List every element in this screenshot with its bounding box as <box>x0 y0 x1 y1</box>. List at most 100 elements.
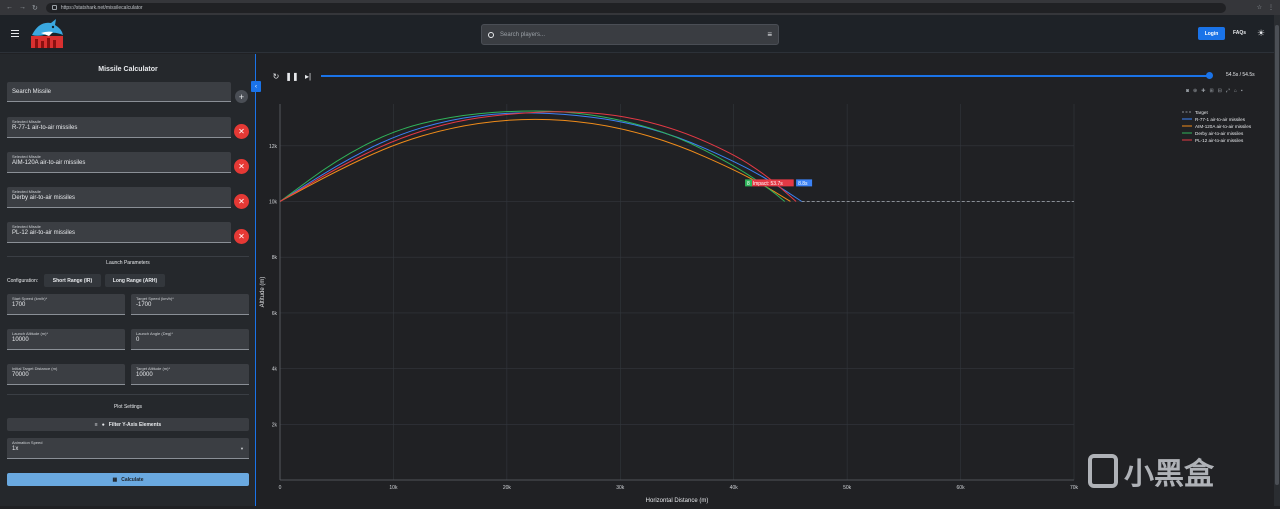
selected-missile-field[interactable]: Selected Missile R-77-1 air-to-air missi… <box>7 117 231 138</box>
collapse-panel-button[interactable]: ‹ <box>251 81 261 92</box>
dropdown-caret-icon: ▼ <box>240 446 244 451</box>
x-tick-label: 50k <box>843 485 852 491</box>
y-axis-title: Altitude (m) <box>260 277 266 308</box>
missile-calculator-panel: Missile Calculator Search Missile + Sele… <box>0 54 256 506</box>
animation-speed-select[interactable]: Animation Speed 1x ▼ <box>7 438 249 459</box>
divider <box>7 256 249 257</box>
filter-y-axis-label: Filter Y-Axis Elements <box>108 421 162 428</box>
initial-target-distance-value: 70000 <box>12 372 29 378</box>
legend-entry: Derby air-to-air missiles <box>1195 131 1244 136</box>
divider <box>7 394 249 395</box>
camera-icon[interactable]: ◙ <box>1186 88 1189 94</box>
app-header: Search players... ≡ Login FAQs ☀ <box>0 15 1274 53</box>
faqs-link[interactable]: FAQs <box>1233 30 1246 36</box>
replay-icon[interactable]: ↻ <box>268 72 284 81</box>
series-line-derby-air-to-air-missiles <box>279 110 786 202</box>
timeline-fill <box>321 75 1209 77</box>
y-tick-label: 4k <box>272 367 278 373</box>
zoom-out-icon[interactable]: ⊟ <box>1218 88 1222 94</box>
address-bar[interactable]: https://statshark.net/missilecalculator <box>45 2 1226 13</box>
selected-missile-value: R-77-1 air-to-air missiles <box>12 125 78 131</box>
calculate-label: Calculate <box>121 476 144 483</box>
add-missile-button[interactable]: + <box>235 90 248 103</box>
target-speed-field[interactable]: Target Speed (km/h)* -1700 <box>131 294 249 315</box>
target-altitude-field[interactable]: Target Altitude (m)* 10000 <box>131 364 249 385</box>
filter-y-axis-button[interactable]: ≡ ● Filter Y-Axis Elements <box>7 418 249 431</box>
back-icon[interactable]: ← <box>6 4 13 12</box>
panel-title: Missile Calculator <box>98 66 158 73</box>
playback-time: 54.5s / 54.5s <box>1226 72 1255 78</box>
reload-icon[interactable]: ↻ <box>32 4 38 12</box>
selected-missile-field[interactable]: Selected Missile PL-12 air-to-air missil… <box>7 222 231 243</box>
shark-logo[interactable] <box>29 18 65 49</box>
scrollbar-thumb[interactable] <box>1275 25 1279 485</box>
launch-altitude-field[interactable]: Launch Altitude (m)* 10000 <box>7 329 125 350</box>
theme-toggle-sun-icon[interactable]: ☀ <box>1257 28 1265 39</box>
calculate-button[interactable]: ▦ Calculate <box>7 473 249 486</box>
legend-entry: PL-12 air-to-air missiles <box>1195 138 1244 143</box>
animation-player: ↻ ❚❚ ▸| 54.5s / 54.5s <box>268 69 1268 83</box>
start-speed-value: 1700 <box>12 302 26 308</box>
player-search-bar[interactable]: Search players... ≡ <box>481 24 779 45</box>
x-tick-label: 60k <box>957 485 966 491</box>
home-icon[interactable]: ⌂ <box>1234 88 1237 94</box>
legend-entry: AIM-120A air-to-air missiles <box>1195 124 1252 129</box>
selected-missile-field[interactable]: Selected Missile AIM-120A air-to-air mis… <box>7 152 231 173</box>
forward-icon[interactable]: → <box>19 4 26 12</box>
star-icon[interactable]: ☆ <box>1257 4 1262 11</box>
initial-target-distance-field[interactable]: Initial Target Distance (m) 70000 <box>7 364 125 385</box>
x-tick-label: 0 <box>279 485 282 491</box>
selected-missile-value: Derby air-to-air missiles <box>12 195 76 201</box>
launch-angle-field[interactable]: Launch Angle (Deg)* 0 <box>131 329 249 350</box>
pause-icon[interactable]: ❚❚ <box>284 72 300 81</box>
x-tick-label: 70k <box>1070 485 1079 491</box>
series-line-pl-12-air-to-air-missiles <box>279 111 797 202</box>
remove-missile-button[interactable]: ✕ <box>234 159 249 174</box>
page-scrollbar[interactable] <box>1274 15 1280 506</box>
remove-missile-button[interactable]: ✕ <box>234 229 249 244</box>
zoom-icon[interactable]: ⊕ <box>1193 88 1197 94</box>
zoom-in-icon[interactable]: ⊞ <box>1209 88 1213 94</box>
legend-entry: Target <box>1195 110 1208 115</box>
remove-missile-button[interactable]: ✕ <box>234 124 249 139</box>
search-missile-input[interactable]: Search Missile <box>7 82 231 102</box>
search-icon <box>488 31 494 38</box>
browser-menu-icon[interactable]: ⋮ <box>1268 4 1274 11</box>
short-range-button[interactable]: Short Range (IR) <box>44 274 101 287</box>
timeline-handle[interactable] <box>1206 72 1213 79</box>
skip-end-icon[interactable]: ▸| <box>300 72 316 81</box>
login-button[interactable]: Login <box>1198 27 1225 40</box>
hamburger-menu-icon[interactable] <box>11 30 19 37</box>
timeline-slider[interactable] <box>321 72 1213 79</box>
search-missile-label: Search Missile <box>12 88 52 95</box>
filter-icon[interactable]: ≡ <box>767 30 772 39</box>
x-tick-label: 40k <box>730 485 739 491</box>
browser-nav: ← → ↻ <box>6 4 38 12</box>
trajectory-chart-svg: 0 10k 20k 30k 40k 50k 60k 70k 2k 4k 6k 8k 10k 12k Hori… <box>260 104 1252 504</box>
browser-chrome: ← → ↻ https://statshark.net/missilecalcu… <box>0 0 1280 15</box>
selected-missile-field[interactable]: Selected Missile Derby air-to-air missil… <box>7 187 231 208</box>
info-icon: ● <box>101 421 105 428</box>
y-tick-label: 8k <box>272 255 278 261</box>
long-range-button[interactable]: Long Range (ARH) <box>105 274 165 287</box>
impact-label: 8 <box>747 181 750 187</box>
filter-lines-icon: ≡ <box>94 421 98 428</box>
browser-actions: ☆ ⋮ <box>1257 4 1274 11</box>
x-tick-label: 30k <box>616 485 625 491</box>
plotly-logo-icon[interactable]: ▪ <box>1241 88 1243 94</box>
search-placeholder: Search players... <box>500 31 546 38</box>
xiaoheihe-watermark: 小黑盒 <box>1088 449 1214 493</box>
pan-icon[interactable]: ✚ <box>1201 88 1205 94</box>
animation-speed-value: 1x <box>12 446 19 452</box>
y-tick-label: 6k <box>272 311 278 317</box>
launch-altitude-value: 10000 <box>12 337 29 343</box>
remove-missile-button[interactable]: ✕ <box>234 194 249 209</box>
autoscale-icon[interactable]: ⤢ <box>1226 88 1230 94</box>
y-tick-label: 2k <box>272 422 278 428</box>
x-tick-label: 20k <box>503 485 512 491</box>
launch-parameters-heading: Launch Parameters <box>106 260 150 266</box>
y-tick-label: 10k <box>269 199 278 205</box>
configuration-label: Configuration: <box>7 278 39 284</box>
selected-missile-value: AIM-120A air-to-air missiles <box>12 160 86 166</box>
start-speed-field[interactable]: Start Speed (km/h)* 1700 <box>7 294 125 315</box>
